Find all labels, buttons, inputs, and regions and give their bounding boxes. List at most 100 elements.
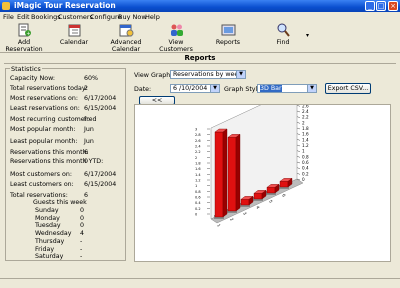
view-customers-icon bbox=[170, 24, 183, 36]
bar bbox=[227, 137, 237, 212]
y-tick bbox=[296, 127, 301, 130]
view-graph-select[interactable]: Reservations by week ▼ bbox=[170, 70, 246, 79]
stat-label: Total reservations: bbox=[10, 192, 68, 199]
reports-button[interactable]: Reports bbox=[213, 23, 243, 46]
stat-label: Least customers on: bbox=[10, 181, 74, 188]
stat-value: 6 bbox=[84, 149, 89, 156]
y-tick-label-left: 1.4 bbox=[195, 173, 201, 177]
add-reservation-label: Add Reservation bbox=[5, 39, 43, 53]
view-graph-value: Reservations by week bbox=[173, 71, 242, 78]
chevron-down-icon[interactable]: ▼ bbox=[307, 85, 316, 92]
x-tick-label: 3 bbox=[242, 211, 248, 216]
y-tick-label: 2 bbox=[302, 120, 305, 125]
week-day-label: Wednesday bbox=[35, 230, 72, 238]
maximize-button[interactable]: □ bbox=[376, 1, 386, 11]
stat-value: fred bbox=[84, 116, 97, 123]
x-tick-label: 1 bbox=[216, 223, 222, 228]
menu-buy-now[interactable]: Buy Now bbox=[118, 13, 147, 21]
y-tick-label: 0.2 bbox=[302, 171, 309, 176]
date-picker[interactable]: 6 /10/2004 ▼ bbox=[170, 84, 220, 93]
minimize-button[interactable]: _ bbox=[365, 1, 375, 11]
x-tick-label: 4 bbox=[255, 205, 261, 210]
y-tick-label-left: 0.6 bbox=[195, 196, 201, 200]
y-tick bbox=[296, 122, 301, 124]
advanced-calendar-button[interactable]: Advanced Calendar bbox=[100, 23, 152, 53]
y-tick-label: 2.2 bbox=[302, 115, 309, 120]
stat-value: 6/15/2004 bbox=[84, 181, 117, 188]
view-customers-button[interactable]: View Customers bbox=[156, 23, 196, 53]
stat-label: Capacity Now: bbox=[10, 75, 56, 82]
toolbar: + Add Reservation Calendar Advanced Cale… bbox=[0, 22, 400, 53]
week-day-value: - bbox=[80, 237, 83, 245]
y-tick-label: 1.2 bbox=[302, 143, 309, 148]
stat-value: 2 bbox=[84, 85, 89, 92]
calendar-button[interactable]: Calendar bbox=[58, 23, 90, 46]
menu-edit[interactable]: Edit bbox=[17, 13, 30, 21]
find-label: Find bbox=[276, 39, 290, 46]
add-reservation-button[interactable]: + Add Reservation bbox=[3, 23, 45, 53]
bar bbox=[279, 181, 289, 188]
y-tick-label: 2.6 bbox=[302, 105, 309, 108]
menu-help[interactable]: Help bbox=[145, 13, 160, 21]
stat-label: Reservations this month YTD: bbox=[10, 158, 104, 165]
calendar-icon bbox=[68, 24, 80, 37]
reports-icon bbox=[221, 24, 235, 36]
y-tick-label: 1.8 bbox=[302, 126, 309, 131]
toolbar-overflow-arrow-icon[interactable]: ▾ bbox=[306, 32, 309, 39]
chevron-down-icon[interactable]: ▼ bbox=[210, 85, 219, 92]
stat-label: Total reservations today: bbox=[10, 85, 88, 92]
chart-panel: 0 0 0.2 0.2 0.4 0.4 0.6 0.6 0.8 0.8 1 1 1.2 1.2 1.4 1.4… bbox=[134, 87, 391, 262]
page-title: Reports bbox=[184, 54, 216, 62]
x-tick-label: 6 bbox=[281, 193, 287, 198]
stat-label: Most recurring customer: bbox=[10, 116, 90, 123]
y-tick-label-left: 1.2 bbox=[195, 179, 201, 183]
svg-text:+: + bbox=[26, 31, 30, 37]
menu-customers[interactable]: Customers bbox=[58, 13, 93, 21]
bar-side bbox=[235, 133, 241, 212]
y-tick-label: 0 bbox=[302, 177, 305, 182]
y-tick-label: 1.6 bbox=[302, 132, 309, 137]
stat-label: Least reservations on: bbox=[10, 105, 80, 112]
divider bbox=[4, 63, 396, 64]
bar bbox=[240, 199, 250, 206]
week-day-value: 4 bbox=[80, 230, 85, 238]
y-tick bbox=[296, 161, 301, 164]
stat-value: Jun bbox=[84, 126, 94, 133]
y-tick-label-left: 2.4 bbox=[195, 145, 201, 149]
bar bbox=[266, 187, 276, 194]
bar-chart: 000.20.20.40.40.60.60.80.8111.21.21.41.4… bbox=[195, 87, 309, 228]
week-day-label: Saturday bbox=[35, 253, 64, 261]
week-day-label: Friday bbox=[35, 245, 55, 253]
y-tick bbox=[296, 105, 301, 107]
chevron-down-icon[interactable]: ▼ bbox=[236, 71, 245, 78]
y-tick-label: 2.4 bbox=[302, 109, 309, 114]
stat-label: Most popular month: bbox=[10, 126, 76, 133]
menu-file[interactable]: File bbox=[3, 13, 14, 21]
week-day-label: Monday bbox=[35, 214, 60, 222]
menu-bookings[interactable]: Bookings bbox=[31, 13, 61, 21]
title-bar: iMagic Tour Reservation _ □ × bbox=[0, 0, 400, 12]
find-button[interactable]: Find bbox=[274, 23, 292, 46]
y-tick-label-left: 3 bbox=[195, 128, 197, 132]
week-day-label: Sunday bbox=[35, 207, 59, 214]
stat-value: 6/15/2004 bbox=[84, 105, 117, 112]
y-tick-label-left: 0.2 bbox=[195, 207, 201, 211]
stat-value: 6/17/2004 bbox=[84, 171, 117, 178]
calendar-label: Calendar bbox=[59, 39, 89, 46]
date-value: 6 /10/2004 bbox=[173, 85, 208, 92]
y-tick bbox=[296, 156, 301, 158]
y-tick-label-left: 1.6 bbox=[195, 167, 201, 171]
close-button[interactable]: × bbox=[388, 1, 398, 11]
guests-week-header: Guests this week bbox=[33, 199, 87, 206]
export-csv-button[interactable]: Export CSV... bbox=[325, 83, 371, 94]
y-tick-label: 1 bbox=[302, 149, 305, 154]
y-tick-label-left: 1.8 bbox=[195, 162, 201, 166]
view-customers-label: View Customers bbox=[159, 39, 193, 53]
week-day-label: Tuesday bbox=[35, 222, 61, 230]
view-graph-label: View Graph: bbox=[134, 72, 173, 79]
y-tick-label: 0.4 bbox=[302, 166, 309, 171]
stat-label: Least popular month: bbox=[10, 138, 78, 145]
y-tick-label: 0.6 bbox=[302, 160, 309, 165]
graph-style-select[interactable]: 3D Bar ▼ bbox=[257, 84, 317, 93]
menu-configure[interactable]: Configure bbox=[90, 13, 122, 21]
